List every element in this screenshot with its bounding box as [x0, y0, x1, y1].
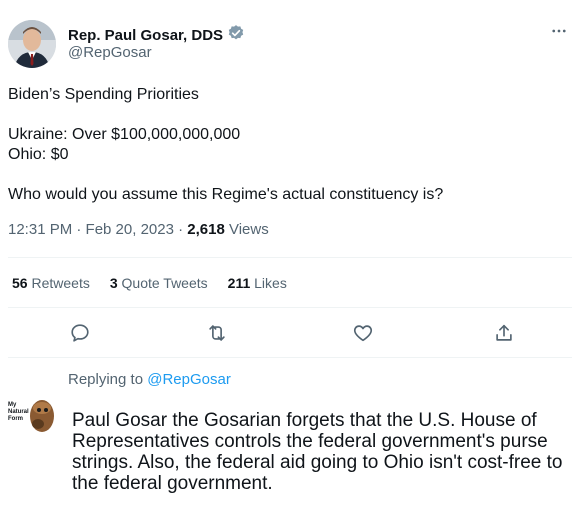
- replying-handle-link[interactable]: @RepGosar: [147, 371, 231, 388]
- author-name-row[interactable]: Rep. Paul Gosar, DDS: [68, 24, 245, 46]
- tweet-stats: 56 Retweets 3 Quote Tweets 211 Likes: [12, 275, 287, 291]
- tweet-meta: 12:31 PM · Feb 20, 2023 · 2,618 Views: [8, 221, 269, 238]
- author-name[interactable]: Rep. Paul Gosar, DDS: [68, 27, 223, 44]
- author-handle[interactable]: @RepGosar: [68, 44, 152, 61]
- replying-to: Replying to @RepGosar: [68, 371, 231, 388]
- likes-label: Likes: [254, 275, 287, 291]
- reply-text: Paul Gosar the Gosarian forgets that the…: [72, 410, 563, 494]
- divider: [8, 307, 572, 308]
- likes-count: 211: [227, 275, 251, 291]
- reply-avatar-caption: My Natural Form: [8, 402, 29, 422]
- heart-icon[interactable]: [352, 322, 374, 344]
- retweets-label: Retweets: [31, 275, 90, 291]
- tweet-text-line: Biden’s Spending Priorities: [8, 86, 199, 103]
- retweets-count: 56: [12, 275, 28, 291]
- verified-badge-icon: [227, 24, 245, 46]
- author-avatar[interactable]: [8, 20, 56, 68]
- retweet-icon[interactable]: [206, 322, 228, 344]
- tweet-text-line: Ukraine: Over $100,000,000,000: [8, 126, 241, 143]
- more-icon[interactable]: [550, 22, 568, 43]
- tweet-text-line: Who would you assume this Regime's actua…: [8, 186, 444, 203]
- replying-prefix: Replying to: [68, 371, 148, 388]
- reply-icon[interactable]: [69, 322, 91, 344]
- divider: [8, 257, 572, 258]
- tweet-timestamp[interactable]: 12:31 PM · Feb 20, 2023 ·: [8, 221, 187, 238]
- divider: [8, 357, 572, 358]
- views-count: 2,618: [187, 221, 225, 238]
- quotes-count: 3: [109, 275, 118, 291]
- quotes-stat[interactable]: 3 Quote Tweets: [110, 275, 208, 291]
- retweets-stat[interactable]: 56 Retweets: [12, 275, 90, 291]
- share-icon[interactable]: [493, 322, 515, 344]
- views-label: Views: [224, 221, 269, 238]
- tweet-text-line: Ohio: $0: [8, 146, 69, 163]
- quotes-label: Quote Tweets: [121, 275, 208, 291]
- likes-stat[interactable]: 211 Likes: [228, 275, 287, 291]
